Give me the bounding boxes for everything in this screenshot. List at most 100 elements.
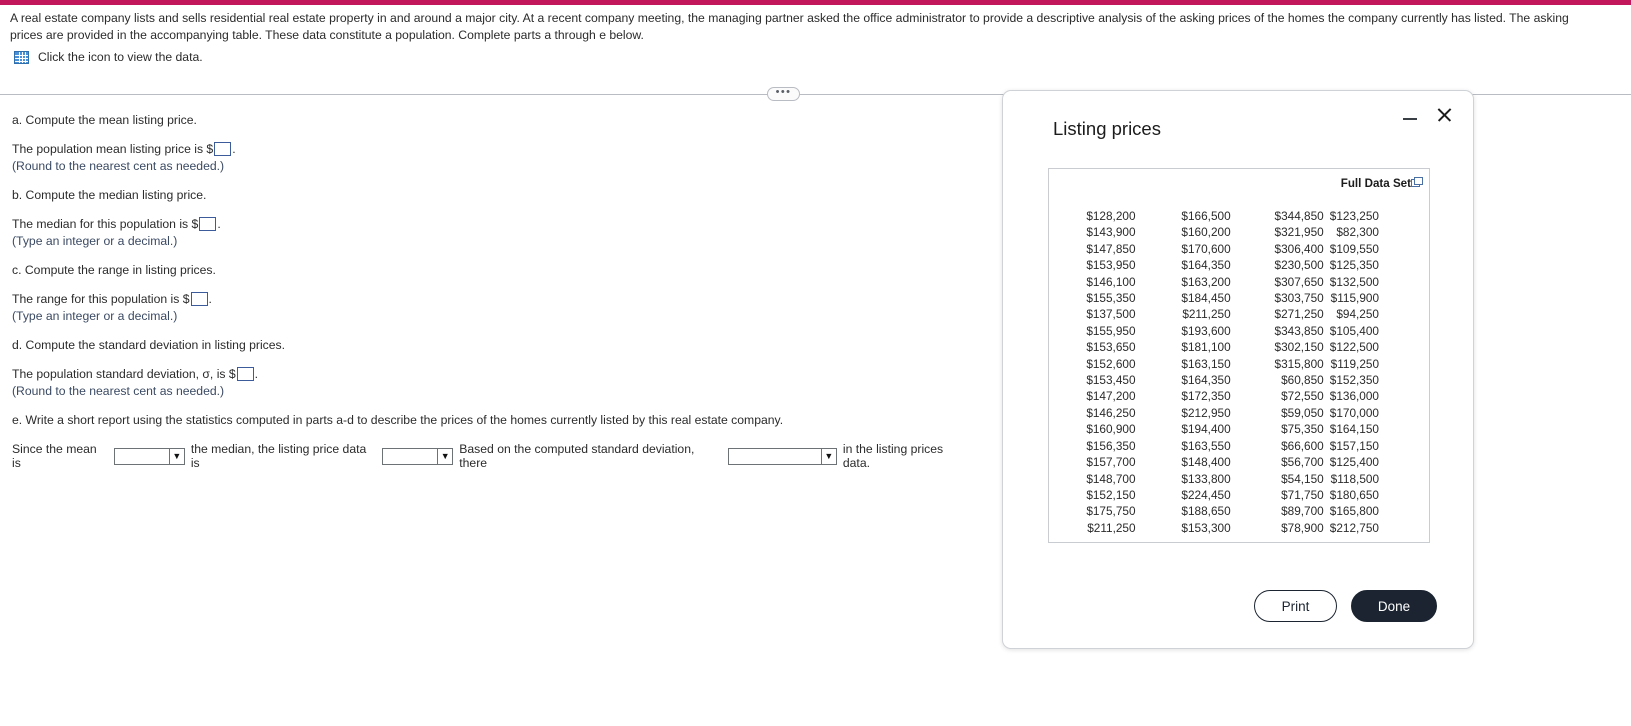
close-icon[interactable]	[1436, 107, 1452, 123]
questions-panel: a. Compute the mean listing price. The p…	[12, 112, 972, 470]
answer-a-note: (Round to the nearest cent as needed.)	[12, 159, 225, 173]
print-button[interactable]: Print	[1254, 590, 1337, 622]
table-cell: $343,850	[1274, 323, 1324, 338]
table-row: $137,500 $211,250 $271,250 $94,250	[1049, 306, 1429, 322]
table-cell: $164,350	[1181, 258, 1231, 273]
done-button[interactable]: Done	[1351, 590, 1437, 622]
variation-dropdown-value	[729, 449, 821, 464]
table-row: $152,600 $163,150 $315,800 $119,250	[1049, 356, 1429, 372]
table-cell: $132,500	[1329, 274, 1379, 289]
table-cell: $153,950	[1086, 258, 1136, 273]
table-cell: $152,350	[1329, 373, 1379, 388]
table-cell: $271,250	[1274, 307, 1324, 322]
answer-b-line: The median for this population is $.	[12, 216, 972, 233]
chevron-down-icon[interactable]: ▼	[168, 448, 184, 464]
answer-a-post: .	[232, 142, 236, 156]
table-cell: $71,750	[1281, 487, 1324, 502]
table-cell: $164,350	[1181, 373, 1231, 388]
chevron-down-icon[interactable]: ▼	[437, 448, 453, 464]
table-cell: $303,750	[1274, 291, 1324, 306]
question-b-prompt: b. Compute the median listing price.	[12, 188, 207, 202]
dialog-actions: Print Done	[1254, 590, 1437, 622]
table-cell: $164,150	[1329, 422, 1379, 437]
variation-dropdown[interactable]: ▼	[728, 447, 837, 465]
table-cell: $157,150	[1329, 438, 1379, 453]
table-cell: $153,450	[1086, 373, 1136, 388]
answer-e-text-3: Based on the computed standard deviation…	[459, 442, 695, 470]
table-cell: $160,200	[1181, 225, 1231, 240]
table-cell: $163,200	[1181, 274, 1231, 289]
table-cell: $157,700	[1086, 455, 1136, 470]
table-cell: $163,550	[1181, 438, 1231, 453]
answer-c-note: (Type an integer or a decimal.)	[12, 309, 178, 323]
table-cell: $78,900	[1281, 520, 1324, 535]
table-cell: $302,150	[1274, 340, 1324, 355]
divider-collapse-handle[interactable]: •••	[767, 87, 800, 101]
table-cell: $170,600	[1181, 241, 1231, 256]
table-cell: $193,600	[1181, 323, 1231, 338]
table-cell: $344,850	[1274, 209, 1324, 223]
answer-a: The population mean listing price is $. …	[12, 141, 972, 175]
table-cell: $72,550	[1281, 389, 1324, 404]
table-cell: $94,250	[1336, 307, 1379, 322]
table-cell: $143,900	[1086, 225, 1136, 240]
listing-prices-table-body: $128,200 $166,500 $344,850 $123,250 $143,900…	[1049, 208, 1429, 536]
answer-d-input[interactable]	[236, 367, 254, 381]
answer-d-pre: The population standard deviation, σ, is…	[12, 367, 236, 381]
table-cell: $212,950	[1181, 405, 1231, 420]
table-cell: $136,000	[1329, 389, 1379, 404]
table-cell: $105,400	[1329, 323, 1379, 338]
table-cell: $180,650	[1329, 487, 1379, 502]
table-cell: $75,350	[1281, 422, 1324, 437]
answer-a-input[interactable]	[214, 142, 232, 156]
table-row: $128,200 $166,500 $344,850 $123,250	[1049, 208, 1429, 224]
data-table-icon[interactable]	[14, 50, 29, 64]
answer-e-text-1: Since the mean is	[12, 442, 97, 470]
answer-b-post: .	[217, 217, 221, 231]
table-cell: $118,500	[1330, 471, 1379, 486]
table-cell: $59,050	[1281, 405, 1324, 420]
table-cell: $170,000	[1329, 405, 1379, 420]
skewness-dropdown-value	[383, 449, 437, 464]
table-cell: $307,650	[1274, 274, 1324, 289]
table-row: $147,200 $172,350 $72,550 $136,000	[1049, 388, 1429, 404]
table-cell: $137,500	[1086, 307, 1136, 322]
answer-d-post: .	[254, 367, 259, 381]
answer-d-note: (Round to the nearest cent as needed.)	[12, 384, 225, 398]
question-b: b. Compute the median listing price.	[12, 187, 972, 204]
table-cell: $155,950	[1086, 323, 1136, 338]
table-row: $155,350 $184,450 $303,750 $115,900	[1049, 290, 1429, 306]
chevron-down-icon[interactable]: ▼	[820, 448, 836, 464]
table-cell: $147,850	[1086, 241, 1136, 256]
table-cell: $153,650	[1086, 340, 1136, 355]
table-row: $211,250 $153,300 $78,900 $212,750	[1049, 520, 1429, 536]
comparison-dropdown[interactable]: ▼	[113, 447, 185, 465]
view-data-link[interactable]: Click the icon to view the data.	[14, 50, 203, 64]
table-row: $175,750 $188,650 $89,700 $165,800	[1049, 503, 1429, 519]
table-cell: $163,150	[1181, 356, 1231, 371]
table-row: $153,650 $181,100 $302,150 $122,500	[1049, 339, 1429, 355]
table-cell: $119,250	[1330, 356, 1379, 371]
question-c-prompt: c. Compute the range in listing prices.	[12, 263, 216, 277]
answer-d: The population standard deviation, σ, is…	[12, 366, 972, 400]
table-cell: $166,500	[1181, 209, 1231, 223]
table-cell: $156,350	[1086, 438, 1136, 453]
answer-b-pre: The median for this population is $	[12, 217, 199, 231]
table-cell: $315,800	[1274, 356, 1324, 371]
answer-a-pre: The population mean listing price is $	[12, 142, 214, 156]
answer-c-input[interactable]	[190, 292, 208, 306]
table-row: $160,900 $194,400 $75,350 $164,150	[1049, 421, 1429, 437]
table-row: $143,900 $160,200 $321,950 $82,300	[1049, 224, 1429, 240]
skewness-dropdown[interactable]: ▼	[382, 447, 454, 465]
table-cell: $54,150	[1281, 471, 1324, 486]
question-e-prompt: e. Write a short report using the statis…	[12, 413, 784, 427]
table-row: $153,950 $164,350 $230,500 $125,350	[1049, 257, 1429, 273]
view-data-label: Click the icon to view the data.	[38, 50, 203, 64]
table-cell: $155,350	[1086, 291, 1136, 306]
minimize-icon[interactable]	[1402, 107, 1418, 123]
page-root: A real estate company lists and sells re…	[0, 0, 1631, 726]
table-cell: $125,350	[1329, 258, 1379, 273]
answer-b-input[interactable]	[199, 217, 217, 231]
table-cell: $147,200	[1086, 389, 1136, 404]
question-d: d. Compute the standard deviation in lis…	[12, 337, 972, 354]
